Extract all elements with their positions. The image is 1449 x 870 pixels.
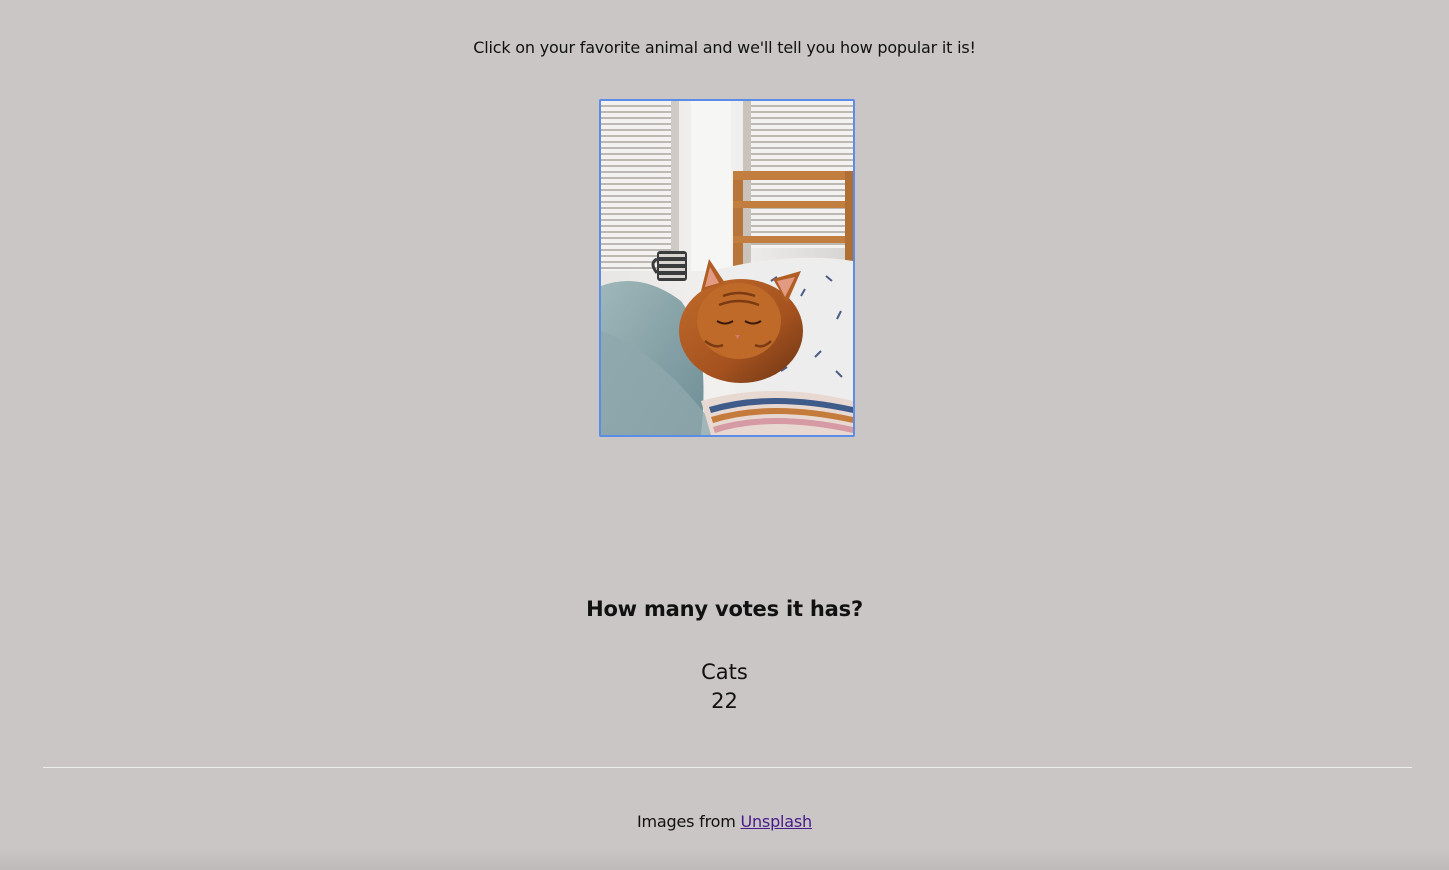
footer-prefix: Images from: [637, 812, 736, 831]
cat-image-button[interactable]: [599, 99, 855, 437]
unsplash-link[interactable]: Unsplash: [740, 812, 812, 831]
intro-text: Click on your favorite animal and we'll …: [473, 38, 976, 57]
bottom-shade: [0, 848, 1449, 870]
vote-count: 22: [711, 689, 738, 713]
cat-photo: [601, 101, 853, 435]
footer: Images from Unsplash: [0, 812, 1449, 831]
divider: [43, 767, 1412, 768]
selected-animal-name: Cats: [701, 660, 748, 684]
votes-heading: How many votes it has?: [586, 597, 863, 621]
